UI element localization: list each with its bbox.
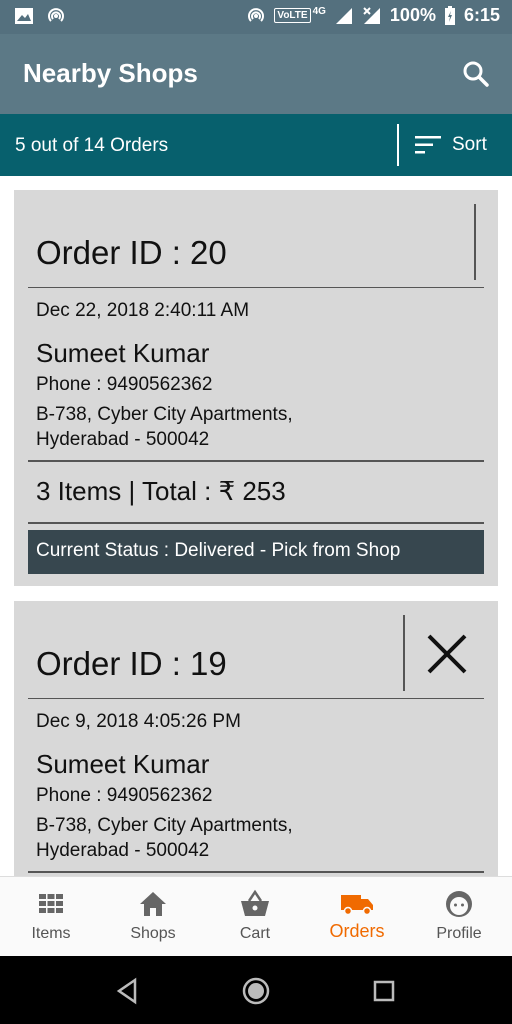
system-nav-bar: [0, 956, 512, 1024]
nav-label: Cart: [239, 925, 271, 942]
battery-percent: 100%: [389, 5, 436, 25]
nav-label: Shops: [130, 925, 176, 942]
basket-icon: [241, 889, 269, 916]
hotspot-icon: [48, 8, 64, 22]
divider: [28, 871, 484, 873]
order-card[interactable]: Order ID : 19 Dec 9, 2018 4:05:26 PM Sum…: [14, 601, 498, 876]
address-line-1: B-738, Cyber City Apartments,: [36, 404, 293, 425]
divider: [28, 522, 484, 524]
toolbar-divider: [397, 124, 399, 166]
header-divider: [403, 615, 405, 691]
signal-icon: [335, 7, 352, 24]
customer-name: Sumeet Kumar: [36, 338, 210, 368]
app-title: Nearby Shops: [23, 58, 198, 88]
customer-address: B-738, Cyber City Apartments, Hyderabad …: [36, 402, 293, 452]
header-divider: [474, 204, 476, 280]
address-line-2: Hyderabad - 500042: [36, 429, 210, 450]
address-line-1: B-738, Cyber City Apartments,: [36, 815, 293, 836]
nav-item-orders[interactable]: Orders: [306, 877, 408, 957]
nav-label: Items: [31, 925, 71, 942]
customer-phone: Phone : 9490562362: [36, 374, 213, 395]
home-button-icon[interactable]: [241, 976, 271, 1006]
image-icon: [15, 8, 33, 24]
order-card-header: Order ID : 19: [28, 601, 484, 699]
customer-phone: Phone : 9490562362: [36, 785, 213, 806]
order-date: Dec 22, 2018 2:40:11 AM: [36, 300, 250, 321]
order-date: Dec 9, 2018 4:05:26 PM: [36, 711, 241, 732]
battery-icon: [444, 5, 455, 25]
grid-icon: [39, 894, 63, 913]
order-id: Order ID : 19: [36, 645, 227, 682]
nav-item-items[interactable]: Items: [0, 877, 102, 957]
customer-name: Sumeet Kumar: [36, 749, 210, 779]
order-card[interactable]: Order ID : 20 Dec 22, 2018 2:40:11 AM Su…: [14, 190, 498, 586]
recents-icon[interactable]: [369, 976, 399, 1006]
nav-label: Orders: [329, 921, 385, 941]
order-status: Current Status : Delivered - Pick from S…: [28, 530, 484, 574]
order-count: 5 out of 14 Orders: [15, 135, 169, 156]
nav-item-profile[interactable]: Profile: [408, 877, 510, 957]
customer-address: B-738, Cyber City Apartments, Hyderabad …: [36, 813, 293, 863]
search-icon[interactable]: [458, 56, 494, 92]
hotspot-icon: [248, 7, 265, 22]
nav-item-cart[interactable]: Cart: [204, 877, 306, 957]
signal-x-icon: [363, 6, 380, 24]
nav-label: Profile: [436, 925, 482, 942]
address-line-2: Hyderabad - 500042: [36, 840, 210, 861]
sort-button[interactable]: Sort: [414, 126, 504, 164]
order-card-header: Order ID : 20: [28, 190, 484, 288]
status-bar: VoLTE 4G 100% 6:15: [0, 0, 512, 34]
network-type: 4G: [312, 6, 326, 17]
close-icon[interactable]: [424, 631, 470, 677]
items-total: 3 Items | Total : ₹ 253: [36, 476, 286, 506]
back-icon[interactable]: [113, 976, 143, 1006]
face-icon: [446, 891, 472, 917]
bottom-nav: Items Shops Cart Orders Profile: [0, 876, 512, 956]
orders-list[interactable]: Order ID : 20 Dec 22, 2018 2:40:11 AM Su…: [0, 176, 512, 876]
orders-toolbar: 5 out of 14 Orders Sort: [0, 114, 512, 176]
clock: 6:15: [463, 5, 500, 25]
truck-icon: [341, 895, 373, 916]
divider: [28, 460, 484, 462]
app-bar: Nearby Shops: [0, 34, 512, 114]
home-icon: [140, 892, 166, 916]
order-id: Order ID : 20: [36, 234, 227, 271]
nav-item-shops[interactable]: Shops: [102, 877, 204, 957]
sort-icon: [415, 136, 441, 154]
volte-badge: VoLTE: [274, 8, 311, 23]
sort-label: Sort: [452, 134, 487, 155]
